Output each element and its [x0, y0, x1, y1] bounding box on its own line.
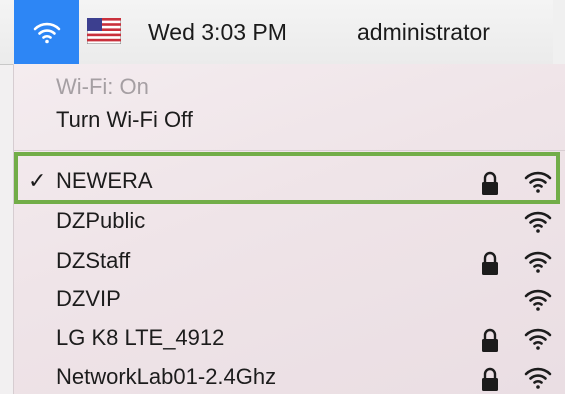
wifi-status-menu[interactable] [14, 0, 79, 64]
wifi-signal-icon [524, 367, 552, 389]
network-item-dzpublic[interactable]: DZPublic [14, 204, 565, 240]
network-name: LG K8 LTE_4912 [56, 325, 225, 350]
network-name: DZStaff [56, 248, 131, 273]
lock-icon [482, 251, 498, 275]
network-name: NetworkLab01-2.4Ghz [56, 364, 277, 389]
us-flag-icon[interactable] [87, 18, 121, 44]
checkmark-icon: ✓ [28, 168, 47, 193]
network-item-dzvip[interactable]: DZVIP [14, 282, 565, 318]
menu-bar-clock[interactable]: Wed 3:03 PM [148, 0, 287, 64]
network-name: DZPublic [56, 208, 146, 233]
menu-bar: Wed 3:03 PM administrator [0, 0, 565, 65]
wifi-signal-icon [524, 289, 552, 311]
lock-icon [482, 328, 498, 352]
menu-bar-user[interactable]: administrator [357, 0, 490, 64]
wifi-signal-icon [524, 171, 552, 193]
network-item-lg-k8[interactable]: LG K8 LTE_4912 [14, 321, 565, 357]
wifi-signal-icon [524, 328, 552, 350]
wifi-signal-icon [524, 211, 552, 233]
wifi-signal-icon [524, 251, 552, 273]
network-item-networklab01[interactable]: NetworkLab01-2.4Ghz [14, 360, 565, 394]
menu-bar-edge [553, 0, 565, 64]
network-item-newera[interactable]: ✓ NEWERA [14, 164, 565, 200]
network-name: DZVIP [56, 286, 121, 311]
network-item-dzstaff[interactable]: DZStaff [14, 244, 565, 280]
wifi-status-label: Wi-Fi: On [56, 74, 149, 99]
network-name: NEWERA [56, 168, 153, 193]
wifi-dropdown-menu: Wi-Fi: On Turn Wi-Fi Off ✓ NEWERA DZPubl… [13, 64, 565, 394]
lock-icon [482, 367, 498, 391]
lock-icon [482, 171, 498, 195]
turn-wifi-off-item[interactable]: Turn Wi-Fi Off [56, 107, 193, 133]
wifi-icon [33, 22, 60, 44]
menu-separator [14, 150, 565, 151]
